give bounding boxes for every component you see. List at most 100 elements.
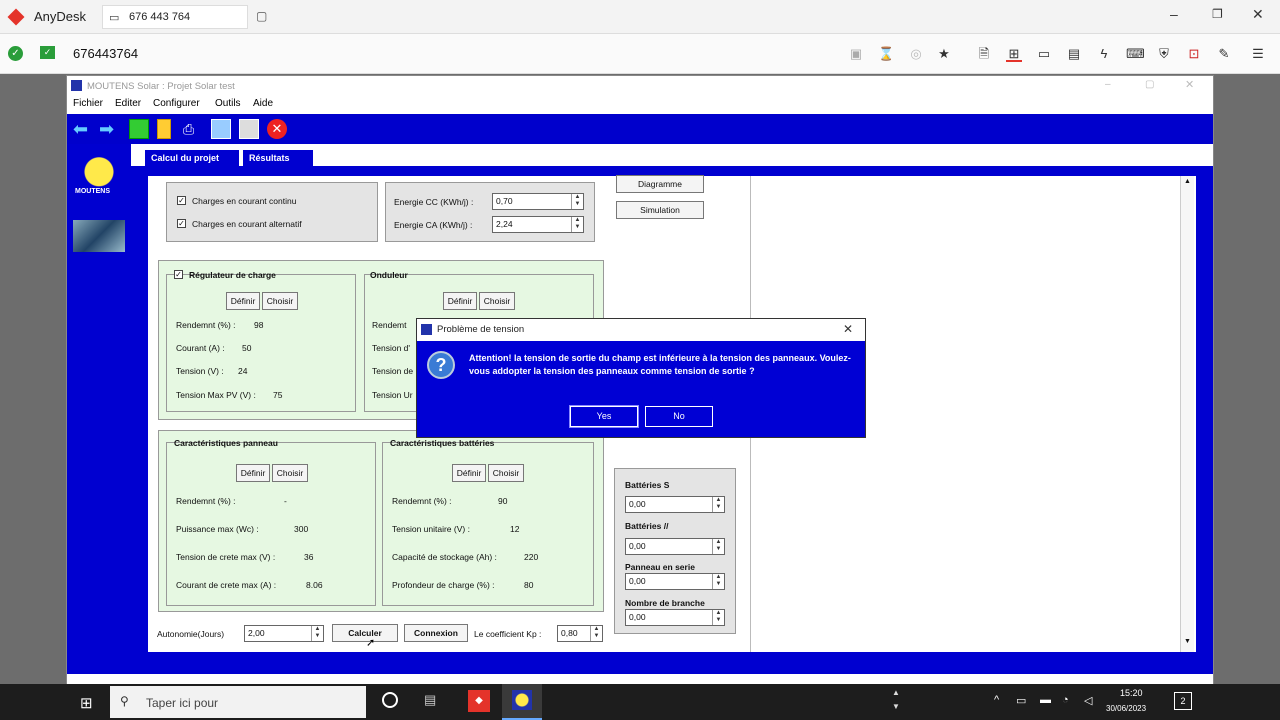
spinner-arrows-icon[interactable]: ▲ ▼ (712, 539, 724, 554)
spinner-arrows-icon[interactable]: ▲ ▼ (712, 574, 724, 589)
monitor-view-icon[interactable]: ▭ (1036, 46, 1052, 62)
spinner-arrows-icon[interactable]: ▲ ▼ (590, 626, 602, 641)
spinner-arrows-icon[interactable]: ▲ ▼ (712, 610, 724, 625)
dialog-title: Problème de tension (437, 324, 525, 335)
keyboard-icon[interactable]: ⌨ (1126, 46, 1145, 62)
monitor-icon: ▭ (109, 12, 120, 24)
connexion-button[interactable]: Connexion (404, 624, 468, 642)
diagramme-button[interactable]: Diagramme (616, 175, 704, 193)
panneau-define-button[interactable]: Définir (236, 464, 270, 482)
tray-chevron-icon[interactable]: ^ (994, 694, 999, 706)
task-view-icon[interactable]: ▤ (424, 692, 436, 708)
display-icon[interactable]: ⊞ (1006, 46, 1022, 62)
bat-row-label: Capacité de stockage (Ah) : (392, 552, 497, 562)
no-button[interactable]: No (645, 406, 713, 427)
panneau-choose-button[interactable]: Choisir (272, 464, 308, 482)
tray-date[interactable]: 30/06/2023 (1106, 704, 1146, 713)
regulateur-choose-button[interactable]: Choisir (262, 292, 298, 310)
disk-icon[interactable]: ◎ (908, 46, 924, 62)
shield-icon[interactable]: ⛨ (1156, 46, 1172, 62)
scrollbar[interactable]: ▲ ▼ (1180, 176, 1194, 652)
record-icon[interactable]: ⊡ (1186, 46, 1202, 62)
dialog-close-icon[interactable]: ✕ (843, 322, 853, 336)
tray-wifi-icon[interactable]: ◔ (1062, 694, 1069, 706)
dc-checkbox[interactable]: ✓ (177, 196, 186, 205)
menu-editer[interactable]: Editer (115, 98, 141, 109)
onduleur-title: Onduleur (370, 270, 408, 280)
spinner-arrows-icon[interactable]: ▲ ▼ (712, 497, 724, 512)
scroll-chevron-icon[interactable]: ▲ ▼ (892, 686, 900, 714)
spinner-arrows-icon[interactable]: ▲ ▼ (571, 217, 583, 232)
print-icon[interactable] (239, 119, 259, 139)
config-value: 0,00 (629, 541, 646, 551)
chat-icon[interactable]: ▣ (848, 46, 864, 62)
forward-arrow-icon[interactable]: ➡ (99, 119, 119, 139)
tab-resultats[interactable]: Résultats (243, 150, 313, 166)
hourglass-icon[interactable]: ⌛ (878, 46, 894, 62)
restore-icon[interactable]: ❐ (1212, 7, 1223, 21)
tab-calcul[interactable]: Calcul du projet (145, 150, 239, 166)
simulation-button[interactable]: Simulation (616, 201, 704, 219)
scroll-up-icon[interactable]: ▲ (1184, 178, 1191, 185)
menu-aide[interactable]: Aide (253, 98, 273, 109)
taskbar-search[interactable]: ⚲ Taper ici pour (110, 686, 366, 718)
windows-start-icon[interactable]: ⊞ (80, 694, 93, 712)
onduleur-choose-button[interactable]: Choisir (479, 292, 515, 310)
menu-icon[interactable]: ☰ (1250, 46, 1266, 62)
yes-button[interactable]: Yes (569, 405, 639, 428)
open-doc-icon[interactable] (157, 119, 171, 139)
spinner-arrows-icon[interactable]: ▲ ▼ (571, 194, 583, 209)
kp-field[interactable]: 0,80 ▲ ▼ (557, 625, 603, 642)
cortana-icon[interactable] (382, 692, 398, 708)
table-icon[interactable] (211, 119, 231, 139)
autonomie-field[interactable]: 2,00 ▲ ▼ (244, 625, 324, 642)
nombre-branche-field[interactable]: 0,00 ▲ ▼ (625, 609, 725, 626)
energy-cc-field[interactable]: 0,70 ▲ ▼ (492, 193, 584, 210)
tray-network-icon[interactable]: ▭ (1016, 694, 1026, 707)
pen-icon[interactable]: ✎ (1216, 46, 1232, 62)
quit-icon[interactable]: ✕ (267, 119, 287, 139)
energy-ca-value: 2,24 (496, 219, 513, 229)
session-tab[interactable]: ▭ 676 443 764 (102, 5, 248, 29)
batteries-choose-button[interactable]: Choisir (488, 464, 524, 482)
regulateur-define-button[interactable]: Définir (226, 292, 260, 310)
tray-time[interactable]: 15:20 (1120, 688, 1143, 698)
new-doc-icon[interactable] (129, 119, 149, 139)
back-arrow-icon[interactable]: ⬅ (73, 119, 93, 139)
scroll-down-icon[interactable]: ▼ (1184, 638, 1191, 645)
menu-outils[interactable]: Outils (215, 98, 241, 109)
spinner-arrows-icon[interactable]: ▲ ▼ (311, 626, 323, 641)
panneau-serie-field[interactable]: 0,00 ▲ ▼ (625, 573, 725, 590)
menu-configurer[interactable]: Configurer (153, 98, 200, 109)
dialog-app-icon (421, 324, 432, 335)
tray-battery-icon[interactable]: ▬ (1040, 694, 1051, 706)
app-minimize-icon[interactable]: – (1105, 79, 1111, 90)
energy-ca-field[interactable]: 2,24 ▲ ▼ (492, 216, 584, 233)
mouse-cursor-icon: ➚ (366, 637, 376, 649)
new-session-icon[interactable]: ▢ (256, 9, 267, 23)
app-close-icon[interactable]: ✕ (1185, 78, 1194, 91)
minimize-icon[interactable]: – (1170, 6, 1178, 22)
save-icon[interactable]: ⎙ (183, 119, 203, 139)
onduleur-define-button[interactable]: Définir (443, 292, 477, 310)
config-label: Panneau en serie (625, 562, 695, 572)
calculer-button[interactable]: Calculer (332, 624, 398, 642)
ac-label: Charges en courant alternatif (192, 219, 302, 229)
tray-volume-icon[interactable]: ◁ (1084, 694, 1092, 707)
notification-icon[interactable]: 2 (1174, 692, 1192, 710)
batteries-serie-field[interactable]: 0,00 ▲ ▼ (625, 496, 725, 513)
file-icon[interactable]: 🗎 (976, 46, 992, 62)
action-icon[interactable]: ϟ (1096, 46, 1112, 62)
regulateur-checkbox[interactable]: ✓ (174, 270, 183, 279)
menu-fichier[interactable]: Fichier (73, 98, 103, 109)
app-maximize-icon[interactable]: ▢ (1145, 79, 1154, 90)
taskbar: ⊞ ⚲ Taper ici pour ▤ ◆ ▲ ▼ ^ ▭ ▬ ◔ ◁ 15:2… (0, 684, 1280, 720)
message-icon[interactable]: ▤ (1066, 46, 1082, 62)
close-icon[interactable]: ✕ (1252, 6, 1264, 23)
batteries-parallele-field[interactable]: 0,00 ▲ ▼ (625, 538, 725, 555)
star-icon[interactable]: ★ (936, 46, 952, 62)
notification-count: 2 (1180, 696, 1186, 706)
ac-checkbox[interactable]: ✓ (177, 219, 186, 228)
anydesk-task-icon[interactable]: ◆ (468, 690, 490, 712)
batteries-define-button[interactable]: Définir (452, 464, 486, 482)
